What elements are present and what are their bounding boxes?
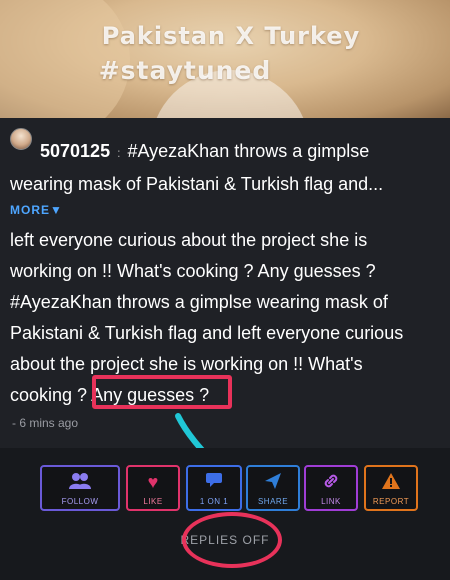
headline-line-2: wearing mask of Pakistani & Turkish flag…	[10, 174, 384, 194]
report-label: REPORT	[372, 497, 410, 506]
one-on-one-button[interactable]: 1 ON 1	[186, 465, 242, 511]
user-separator: :	[117, 146, 121, 160]
share-button[interactable]: SHARE	[246, 465, 300, 511]
highlight-annotation-box	[92, 375, 232, 409]
like-button[interactable]: ♥ LIKE	[126, 465, 180, 511]
send-icon	[248, 472, 298, 494]
report-button[interactable]: REPORT	[364, 465, 418, 511]
caret-down-icon: ▼	[50, 203, 63, 217]
user-id[interactable]: 5070125	[10, 141, 110, 161]
body-line: Pakistani & Turkish flag and left everyo…	[10, 323, 404, 343]
heart-icon: ♥	[147, 472, 159, 492]
body-line: working on !! What's cooking ? Any guess…	[10, 261, 376, 281]
warning-icon	[366, 472, 416, 494]
post-headline: 5070125 : #AyezaKhan throws a gimplse we…	[10, 136, 440, 200]
link-button[interactable]: LINK	[304, 465, 358, 511]
follow-label: FOLLOW	[61, 497, 99, 506]
headline-line-1: #AyezaKhan throws a gimplse	[127, 141, 370, 161]
link-icon	[306, 472, 356, 494]
link-label: LINK	[321, 497, 341, 506]
users-icon	[42, 472, 118, 494]
body-line-prefix: cooking ?	[10, 385, 92, 405]
body-line: left everyone curious about the project …	[10, 230, 368, 250]
banner-title: Pakistan X Turkey	[101, 22, 361, 50]
share-label: SHARE	[257, 497, 289, 506]
banner-hashtag: #staytuned	[98, 56, 272, 85]
body-line: #AyezaKhan throws a gimplse wearing mask…	[10, 292, 388, 312]
follow-button[interactable]: FOLLOW	[40, 465, 120, 511]
more-label: MORE	[10, 203, 50, 217]
more-button[interactable]: MORE▼	[10, 203, 63, 217]
post-timestamp: - 6 mins ago	[12, 416, 79, 430]
chat-icon	[188, 472, 240, 492]
replies-annotation-circle	[182, 512, 282, 568]
one-on-one-label: 1 ON 1	[199, 497, 229, 506]
like-label: LIKE	[143, 497, 163, 506]
post-image-banner[interactable]: Pakistan X Turkey #staytuned	[0, 0, 450, 118]
